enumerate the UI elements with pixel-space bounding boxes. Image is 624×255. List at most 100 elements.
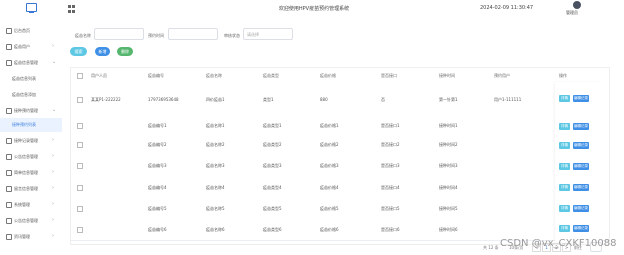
sidebar-item-label: 接种记录管理 xyxy=(14,138,38,143)
detail-button[interactable]: 详情 xyxy=(559,95,570,102)
column-header: 接种时间 xyxy=(439,73,455,78)
column-header: 疫苗名称 xyxy=(206,73,222,78)
table-cell: 疫苗类型6 xyxy=(263,227,282,232)
edit-button[interactable]: 编辑记录 xyxy=(573,205,589,212)
sidebar-item-news[interactable]: 资讯管理 › xyxy=(0,230,62,244)
status-select[interactable]: 请选择 xyxy=(243,28,293,40)
notice-icon xyxy=(6,154,12,160)
sidebar-item-simple[interactable]: 简单信息管理 › xyxy=(0,166,62,180)
table-cell: 接种时间2 xyxy=(439,142,458,147)
sidebar-item-vaccine-info[interactable]: 疫苗信息管理 ⌄ xyxy=(0,56,62,70)
table-cell: 疫苗编号3 xyxy=(148,163,167,168)
table-cell: 疫苗类型5 xyxy=(263,206,282,211)
row-checkbox[interactable] xyxy=(77,123,83,129)
sidebar-item-label: 资讯管理 xyxy=(14,234,30,239)
table-cell: 疫苗编号1 xyxy=(148,123,167,128)
message-icon xyxy=(6,186,12,192)
watermark: CSDN @vx_CXKF10088 xyxy=(500,238,617,249)
detail-button[interactable]: 详情 xyxy=(559,163,570,170)
avatar[interactable] xyxy=(573,1,581,9)
vaccine-name-input[interactable] xyxy=(94,28,144,40)
status-label: 审核状态 xyxy=(224,33,240,38)
vaccine-icon xyxy=(6,60,12,66)
home-icon xyxy=(6,28,12,34)
table-cell: 疫苗类型1 xyxy=(263,123,282,128)
chevron-right-icon: › xyxy=(52,153,54,159)
row-checkbox[interactable] xyxy=(77,185,83,191)
row-checkbox[interactable] xyxy=(77,142,83,148)
row-checkbox[interactable] xyxy=(77,206,83,212)
table-cell: 疫苗名称4 xyxy=(206,185,225,190)
sidebar-item-messages[interactable]: 留言信息管理 › xyxy=(0,182,62,196)
table-cell: 否 xyxy=(381,97,385,102)
table-cell: 接种时间3 xyxy=(439,163,458,168)
table-cell: 疫苗名称6 xyxy=(206,227,225,232)
add-button[interactable]: 新增 xyxy=(95,47,110,56)
table-cell: 疫苗编号2 xyxy=(148,142,167,147)
table-cell: 是否接口4 xyxy=(381,185,400,190)
user-icon xyxy=(6,44,12,50)
menu-grid-icon[interactable] xyxy=(68,5,76,13)
pagination-total: 共 12 条 xyxy=(483,245,499,250)
detail-button[interactable]: 详情 xyxy=(559,142,570,149)
table-row: 疫苗编号5 疫苗名称5 疫苗类型5 疫苗价格5 是否接口5 接种时间5 xyxy=(71,198,609,219)
edit-button[interactable]: 编辑记录 xyxy=(573,163,589,170)
sidebar-item-records[interactable]: 接种记录管理 › xyxy=(0,134,62,148)
sidebar-item-label: 公告信息管理 xyxy=(14,154,38,159)
edit-button[interactable]: 编辑记录 xyxy=(573,142,589,149)
edit-button[interactable]: 编辑记录 xyxy=(573,184,589,191)
edit-button[interactable]: 编辑记录 xyxy=(573,225,589,232)
detail-button[interactable]: 详情 xyxy=(559,225,570,232)
table-cell: 疫苗价格2 xyxy=(320,142,339,147)
sidebar-item-users[interactable]: 疫苗用户 › xyxy=(0,40,62,54)
chevron-right-icon: › xyxy=(52,217,54,223)
booking-time-label: 预约时间 xyxy=(148,33,164,38)
column-header: 是否接口 xyxy=(381,73,397,78)
sidebar-item-label: 简单信息管理 xyxy=(14,170,38,175)
sidebar-item-booking-list[interactable]: 接种预约列表 xyxy=(0,118,62,132)
admin-name[interactable]: 管理员 xyxy=(566,10,578,16)
column-header: 疫苗类型 xyxy=(263,73,279,78)
table-cell: 四价疫苗1 xyxy=(206,97,225,102)
sidebar-item-home[interactable]: 后台首页 xyxy=(0,24,62,38)
select-all-checkbox[interactable] xyxy=(77,73,83,79)
edit-button[interactable]: 编辑记录 xyxy=(573,123,589,130)
sidebar-item-announcement[interactable]: 公告信息管理 › xyxy=(0,214,62,228)
booking-time-input[interactable] xyxy=(168,28,218,40)
row-checkbox[interactable] xyxy=(77,97,83,103)
top-header: 欢迎使用HPV疫苗预约管理系统 2024-02-09 11:30:47 管理员 xyxy=(0,0,624,18)
table-cell: 是否接口6 xyxy=(381,227,400,232)
sidebar-item-label: 疫苗用户 xyxy=(14,44,30,49)
calendar-icon xyxy=(6,108,12,114)
operation-column: 详情 编辑记录 详情 编辑记录 详情 编辑记录 详情 编辑记录 详情 编辑记录 … xyxy=(555,82,601,242)
edit-button[interactable]: 编辑记录 xyxy=(573,95,589,102)
detail-button[interactable]: 详情 xyxy=(559,184,570,191)
column-header: 预约用户 xyxy=(494,73,510,78)
search-button[interactable]: 搜索 xyxy=(70,47,87,56)
row-checkbox[interactable] xyxy=(77,227,83,233)
sidebar-item-vaccine-list[interactable]: 疫苗信息列表 xyxy=(0,72,62,86)
detail-button[interactable]: 详情 xyxy=(559,123,570,130)
sidebar-item-system[interactable]: 系统管理 › xyxy=(0,198,62,212)
detail-button[interactable]: 详情 xyxy=(559,205,570,212)
row-checkbox[interactable] xyxy=(77,163,83,169)
bell-icon xyxy=(6,218,12,224)
table-cell: 接种时间6 xyxy=(439,227,458,232)
sidebar-item-booking[interactable]: 接种预约管理 ⌄ xyxy=(0,104,62,118)
sidebar-item-vaccine-add[interactable]: 疫苗信息添加 xyxy=(0,88,62,102)
table-cell: 是否接口5 xyxy=(381,206,400,211)
table-row: 疫苗编号4 疫苗名称4 疫苗类型4 疫苗价格4 是否接口4 接种时间4 xyxy=(71,176,609,199)
table-row: 疫苗编号3 疫苗名称3 疫苗类型3 疫苗价格3 是否接口3 接种时间3 xyxy=(71,154,609,177)
chevron-right-icon: › xyxy=(52,137,54,143)
table-cell: 某某P1-222222 xyxy=(91,97,121,102)
sidebar-item-notice[interactable]: 公告信息管理 › xyxy=(0,150,62,164)
chevron-right-icon: › xyxy=(52,169,54,175)
sidebar-item-label: 接种预约管理 xyxy=(14,108,38,113)
chevron-right-icon: › xyxy=(52,233,54,239)
chevron-down-icon: ⌄ xyxy=(52,59,57,65)
chevron-right-icon: › xyxy=(52,185,54,191)
sidebar-item-label: 疫苗信息管理 xyxy=(14,60,38,65)
table-row: 疫苗编号2 疫苗名称2 疫苗类型2 疫苗价格2 是否接口2 接种时间2 xyxy=(71,134,609,155)
delete-button[interactable]: 删除 xyxy=(117,47,133,56)
table-cell: 疫苗价格6 xyxy=(320,227,339,232)
